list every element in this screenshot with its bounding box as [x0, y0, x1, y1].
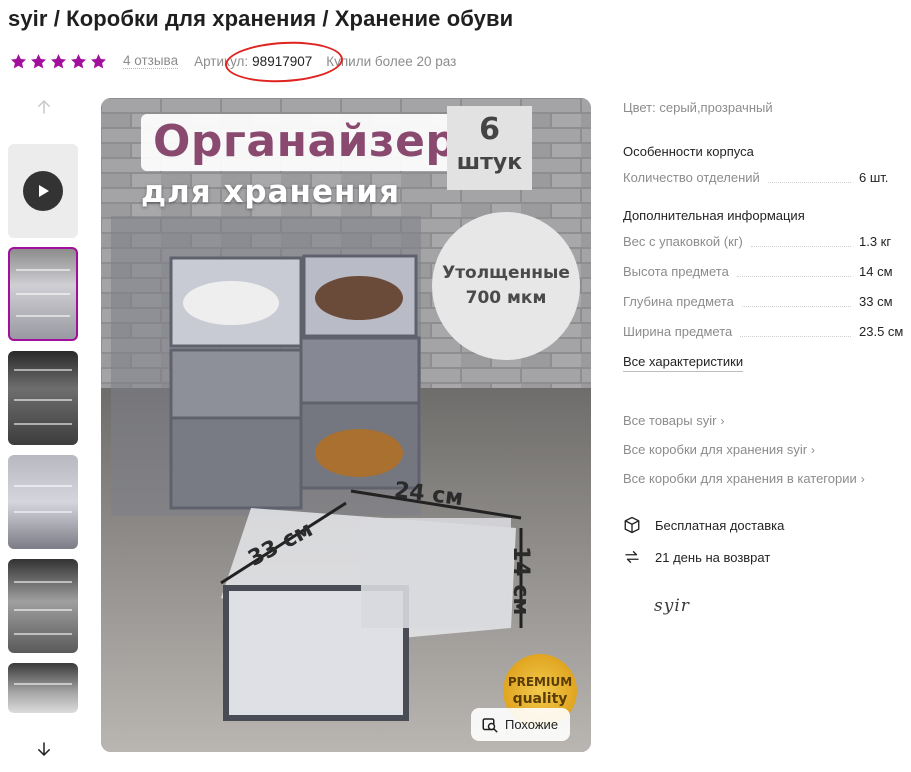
spec-row: Глубина предмета 33 см [623, 287, 911, 317]
boxes-stack-graphic [111, 216, 421, 516]
thickness-line2: 700 мкм [465, 288, 547, 308]
spec-value: 14 см [859, 264, 893, 279]
spec-row: Высота предмета 14 см [623, 257, 911, 287]
chevron-right-icon: › [720, 414, 725, 428]
link-brand-storage-boxes[interactable]: Все коробки для хранения syir › [623, 435, 911, 464]
spec-row: Вес с упаковкой (кг) 1.3 кг [623, 227, 911, 257]
chevron-right-icon: › [860, 472, 865, 486]
bought-count: Купили более 20 раз [326, 53, 457, 69]
image-headline: Органайзер [141, 114, 470, 171]
brand-logo[interactable]: syir [654, 596, 690, 616]
delivery-label: Бесплатная доставка [655, 517, 785, 533]
spec-key: Вес с упаковкой (кг) [623, 234, 743, 249]
returns-label: 21 день на возврат [655, 549, 771, 565]
arrow-down-icon [38, 742, 50, 757]
spec-key: Количество отделений [623, 170, 760, 185]
thumbnail-4[interactable] [8, 559, 78, 653]
color-line: Цвет: серый,прозрачный [623, 97, 911, 119]
reviews-link[interactable]: 4 отзыва [123, 53, 179, 69]
thumbnail-1[interactable] [8, 247, 78, 341]
free-delivery: Бесплатная доставка [623, 509, 911, 541]
color-label: Цвет: [623, 100, 656, 115]
thickness-badge: Утолщенные 700 мкм [432, 212, 580, 360]
spec-value: 33 см [859, 294, 893, 309]
arrow-up-icon [38, 99, 50, 114]
main-product-image[interactable]: Органайзер для хранения 6 штук Утолщенны… [101, 98, 591, 752]
spec-row: Количество отделений 6 шт. [623, 163, 911, 189]
page-title: syir / Коробки для хранения / Хранение о… [8, 6, 514, 31]
spec-key: Высота предмета [623, 264, 729, 279]
premium-top: PREMIUM [507, 675, 573, 689]
thumbnail-2[interactable] [8, 351, 78, 445]
link-category-storage-boxes[interactable]: Все коробки для хранения в категории › [623, 464, 911, 493]
gallery-down-button[interactable] [8, 734, 80, 764]
image-subheadline: для хранения [141, 174, 401, 210]
extra-heading: Дополнительная информация [623, 208, 805, 223]
return-arrows-icon [625, 551, 639, 563]
gallery-up-button[interactable] [8, 92, 80, 122]
star-icon [50, 53, 67, 68]
premium-bottom: quality [512, 691, 568, 707]
star-icon [70, 53, 87, 68]
video-thumbnail[interactable] [8, 144, 78, 238]
specs-panel: Цвет: серый,прозрачный Особенности корпу… [623, 97, 911, 573]
star-icon [30, 53, 47, 68]
article-value[interactable]: 98917907 [252, 54, 312, 69]
returns-info: 21 день на возврат [623, 541, 911, 573]
similar-button[interactable]: Похожие [471, 708, 571, 741]
product-meta: 4 отзыва Артикул: 98917907 Купили более … [10, 50, 456, 72]
count-unit: штук [456, 150, 523, 175]
thumbnail-3[interactable] [8, 455, 78, 549]
spec-key: Глубина предмета [623, 294, 734, 309]
spec-row: Ширина предмета 23.5 см [623, 317, 911, 347]
chevron-right-icon: › [811, 443, 816, 457]
thumbnail-5[interactable] [8, 663, 78, 713]
star-icon [10, 53, 27, 68]
all-characteristics-link[interactable]: Все характеристики [623, 353, 744, 372]
thickness-line1: Утолщенные [442, 263, 570, 283]
image-search-icon [482, 717, 498, 732]
dimension-height: 14 см [508, 546, 533, 616]
star-icon [90, 53, 107, 68]
count-number: 6 [479, 112, 500, 147]
spec-value: 23.5 см [859, 324, 904, 339]
count-badge: 6 штук [447, 106, 532, 190]
spec-key: Ширина предмета [623, 324, 733, 339]
color-value: серый,прозрачный [659, 100, 773, 115]
play-icon [23, 171, 63, 211]
box-icon [624, 516, 640, 534]
spec-value: 6 шт. [859, 170, 889, 185]
similar-label: Похожие [505, 717, 559, 732]
case-heading: Особенности корпуса [623, 144, 754, 159]
spec-value: 1.3 кг [859, 234, 892, 249]
article-label: Артикул: [194, 53, 249, 69]
link-all-brand-items[interactable]: Все товары syir › [623, 406, 911, 435]
rating-stars[interactable] [10, 53, 107, 70]
